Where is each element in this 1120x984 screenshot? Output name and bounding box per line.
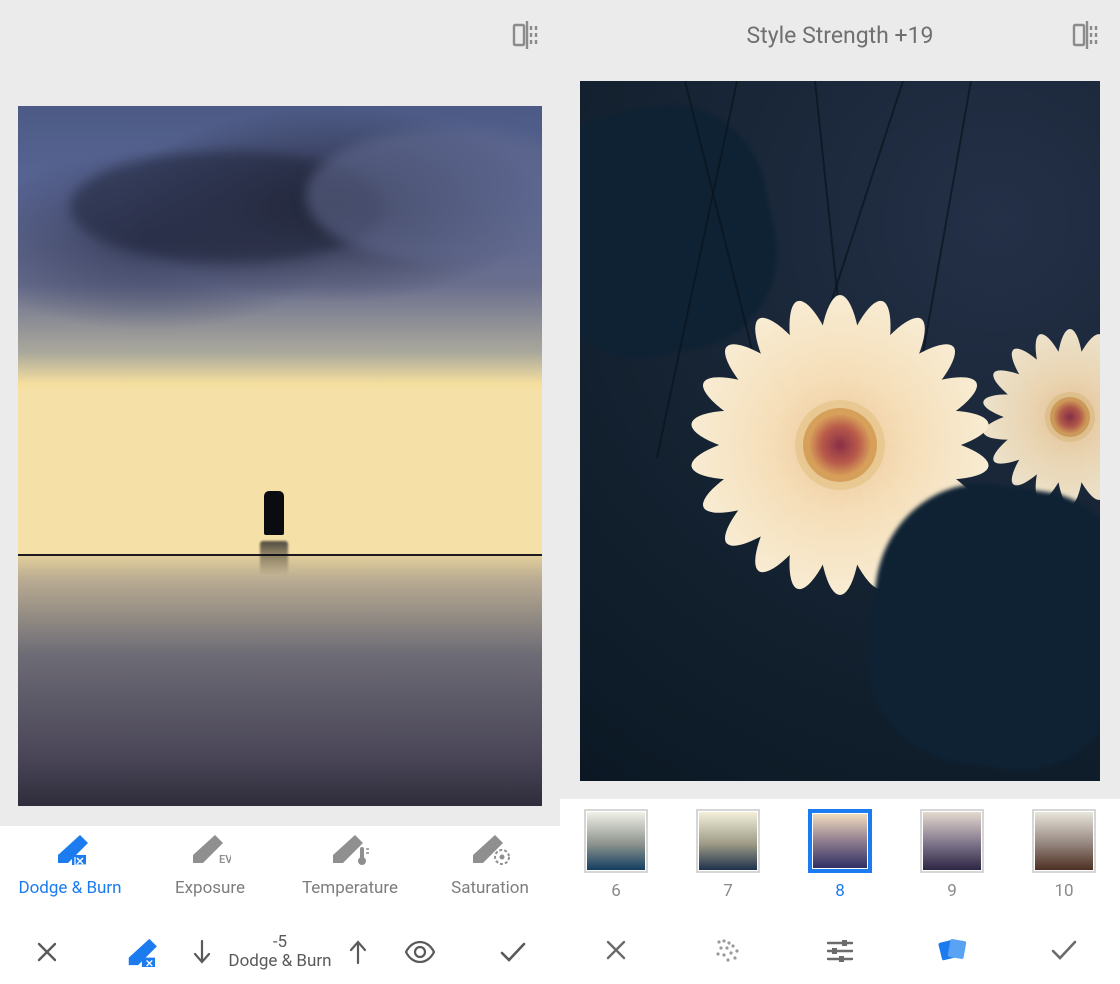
brush-exposure-icon: EV xyxy=(189,832,231,866)
brush-temperature-icon xyxy=(329,832,371,866)
style-thumb-10[interactable]: 10 xyxy=(1032,809,1096,901)
brush-mode-button[interactable] xyxy=(93,937,186,967)
tool-label: Temperature xyxy=(302,878,398,898)
style-thumb-8[interactable]: 8 xyxy=(808,809,872,901)
svg-text:EV: EV xyxy=(219,853,231,865)
adjust-value-group: -5 Dodge & Burn xyxy=(187,933,374,970)
style-filmstrip[interactable]: 6 7 8 9 10 xyxy=(560,799,1120,915)
brush-tool-row: Dodge & Burn EV Exposure Tem xyxy=(0,826,560,920)
left-canvas[interactable] xyxy=(0,66,560,826)
apply-button[interactable] xyxy=(467,941,560,963)
styles-button[interactable] xyxy=(896,937,1008,963)
left-bottom-bar: -5 Dodge & Burn xyxy=(0,920,560,984)
style-thumb-9[interactable]: 9 xyxy=(920,809,984,901)
apply-button[interactable] xyxy=(1008,939,1120,961)
compare-icon[interactable] xyxy=(510,18,544,52)
mask-preview-button[interactable] xyxy=(373,941,466,963)
right-topbar: Style Strength +19 xyxy=(560,0,1120,71)
adjust-param: Dodge & Burn xyxy=(228,952,331,971)
style-thumb-number: 6 xyxy=(611,881,621,901)
tool-exposure[interactable]: EV Exposure xyxy=(140,832,280,920)
tool-temperature[interactable]: Temperature xyxy=(280,832,420,920)
increase-button[interactable] xyxy=(348,939,368,965)
shuffle-texture-button[interactable] xyxy=(672,937,784,963)
tool-label: Exposure xyxy=(175,878,245,898)
right-screenshot: Style Strength +19 6 7 8 9 10 xyxy=(560,0,1120,984)
tool-label: Saturation xyxy=(451,878,529,898)
cancel-button[interactable] xyxy=(0,940,93,964)
style-thumb-number: 8 xyxy=(835,881,845,901)
compare-icon[interactable] xyxy=(1070,18,1104,52)
style-thumb-image xyxy=(584,809,648,873)
decrease-button[interactable] xyxy=(192,939,212,965)
style-thumb-6[interactable]: 6 xyxy=(584,809,648,901)
tool-saturation[interactable]: Saturation xyxy=(420,832,560,920)
tune-sliders-button[interactable] xyxy=(784,938,896,962)
left-screenshot: Dodge & Burn EV Exposure Tem xyxy=(0,0,560,984)
brush-dodgeburn-icon xyxy=(50,832,90,866)
edited-photo-left xyxy=(18,106,542,806)
style-thumb-number: 7 xyxy=(723,881,733,901)
brush-saturation-icon xyxy=(469,832,511,866)
style-thumb-number: 9 xyxy=(947,881,957,901)
style-thumb-image xyxy=(696,809,760,873)
param-overlay-text: Style Strength +19 xyxy=(747,22,934,49)
style-thumb-image xyxy=(808,809,872,873)
style-thumb-7[interactable]: 7 xyxy=(696,809,760,901)
right-bottom-bar xyxy=(560,915,1120,984)
style-thumb-image xyxy=(1032,809,1096,873)
adjust-value: -5 xyxy=(273,933,287,952)
tool-label: Dodge & Burn xyxy=(18,878,121,898)
style-thumb-image xyxy=(920,809,984,873)
style-thumb-number: 10 xyxy=(1054,881,1073,901)
right-canvas[interactable] xyxy=(560,71,1120,799)
cancel-button[interactable] xyxy=(560,938,672,962)
adjust-readout: -5 Dodge & Burn xyxy=(228,933,331,970)
edited-photo-right xyxy=(580,81,1100,781)
tool-dodge-burn[interactable]: Dodge & Burn xyxy=(0,832,140,920)
left-topbar xyxy=(0,0,560,66)
